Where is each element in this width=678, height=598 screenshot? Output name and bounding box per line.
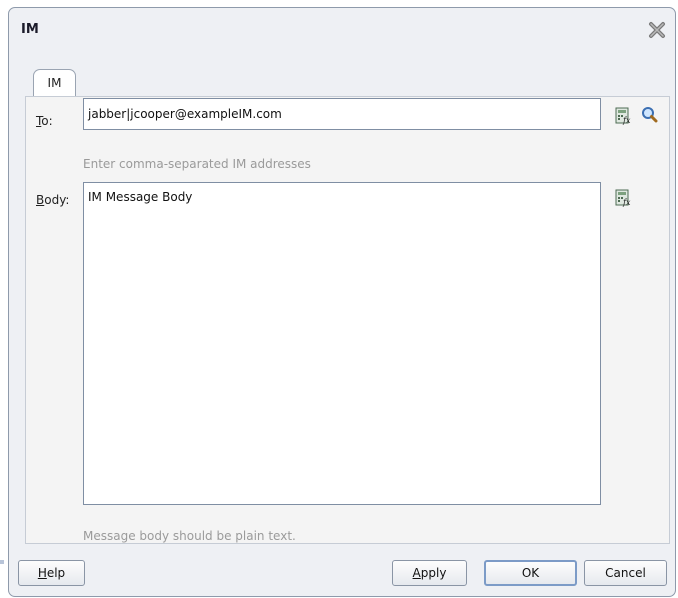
apply-mnemonic: A — [412, 566, 421, 580]
close-icon[interactable] — [647, 20, 667, 40]
body-expression-builder-icon[interactable]: fx — [614, 189, 632, 207]
help-text: elp — [46, 566, 66, 580]
svg-text:fx: fx — [622, 198, 631, 207]
cancel-button[interactable]: Cancel — [584, 560, 667, 586]
help-button[interactable]: Help — [18, 560, 85, 586]
tab-panel: To: jabber|jcooper@exampleIM.com fx Ente… — [25, 96, 670, 544]
tab-im[interactable]: IM — [33, 69, 76, 97]
dialog-title: IM — [21, 22, 39, 37]
search-icon[interactable] — [640, 106, 658, 124]
body-label-mnemonic: B — [36, 193, 45, 207]
ok-button[interactable]: OK — [484, 560, 577, 586]
svg-text:fx: fx — [622, 116, 631, 125]
to-label-text: o: — [41, 114, 53, 128]
im-dialog: IM IM To: jabber|jcooper@exampleIM.com f… — [8, 7, 676, 597]
to-input[interactable]: jabber|jcooper@exampleIM.com — [83, 98, 601, 130]
expression-builder-icon[interactable]: fx — [614, 107, 632, 125]
apply-text: pply — [420, 566, 447, 580]
apply-button[interactable]: Apply — [392, 560, 467, 586]
to-label: To: — [36, 114, 53, 128]
body-textarea[interactable]: IM Message Body — [83, 182, 601, 505]
to-hint: Enter comma-separated IM addresses — [83, 157, 311, 171]
body-label: Body: — [36, 193, 69, 207]
help-mnemonic: H — [37, 566, 47, 580]
body-label-text: ody: — [44, 193, 70, 207]
edge-marker — [0, 560, 4, 564]
body-hint: Message body should be plain text. — [83, 529, 296, 543]
